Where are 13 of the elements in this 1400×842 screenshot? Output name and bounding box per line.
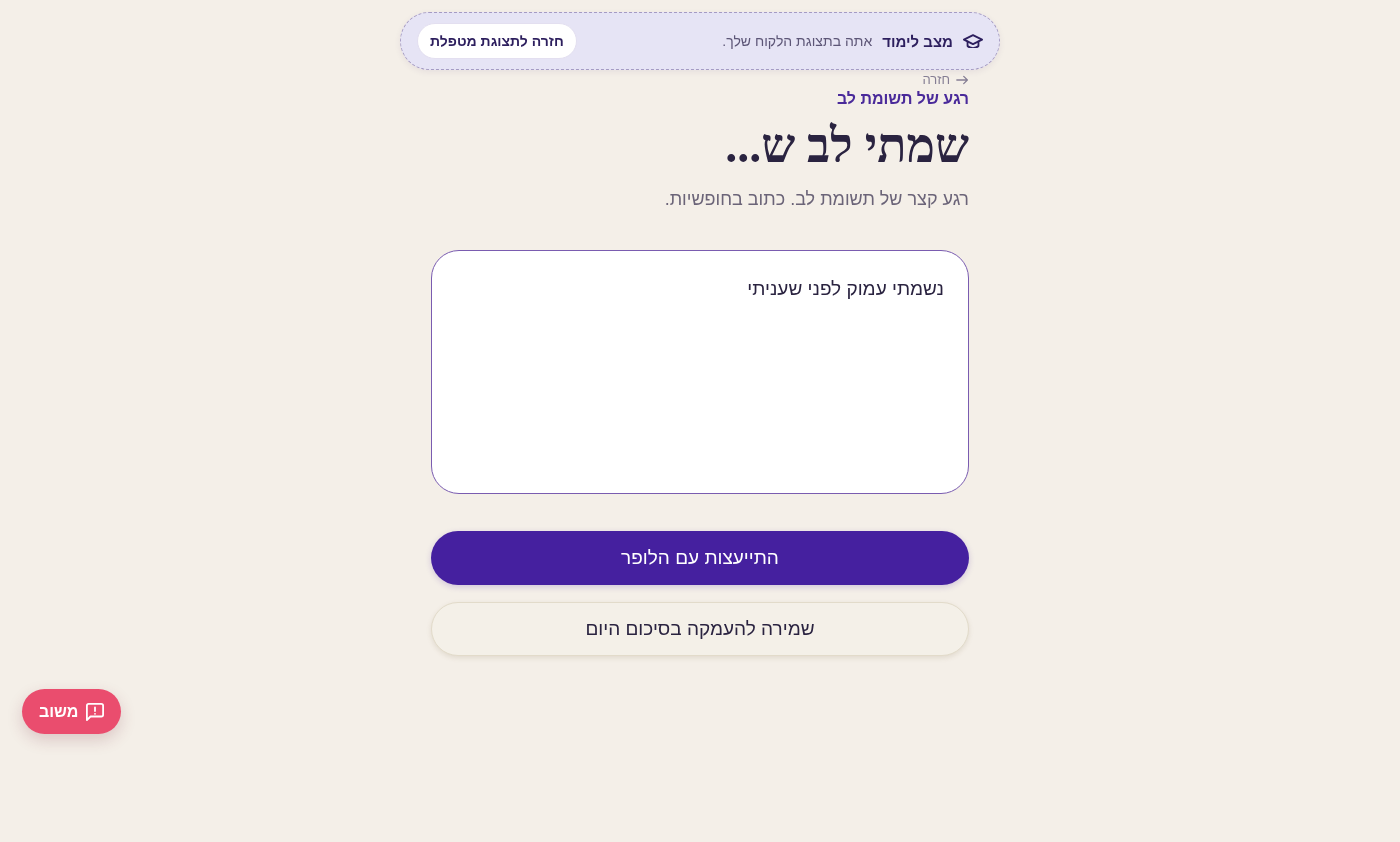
arrow-right-icon (956, 75, 969, 85)
message-alert-icon (86, 702, 105, 721)
feedback-button[interactable]: משוב (22, 689, 122, 734)
banner-message: אתה בתצוגת הלקוח שלך. (722, 33, 873, 49)
save-button[interactable]: שמירה להעמקה בסיכום היום (431, 602, 969, 656)
entry-field[interactable]: נשמתי עמוק לפני שעניתי (431, 250, 969, 494)
consult-button[interactable]: התייעצות עם הלופר (431, 531, 969, 585)
page-subtitle: רגע קצר של תשומת לב. כתוב בחופשיות. (663, 188, 969, 211)
page-title: שמתי לב ש... (724, 118, 969, 174)
eyebrow-text: רגע של תשומת לב (835, 89, 969, 109)
graduation-cap-icon (963, 34, 983, 48)
return-button[interactable]: חזרה לתצוגת מטפלת (417, 23, 577, 59)
banner-title: מצב לימוד (882, 32, 953, 50)
